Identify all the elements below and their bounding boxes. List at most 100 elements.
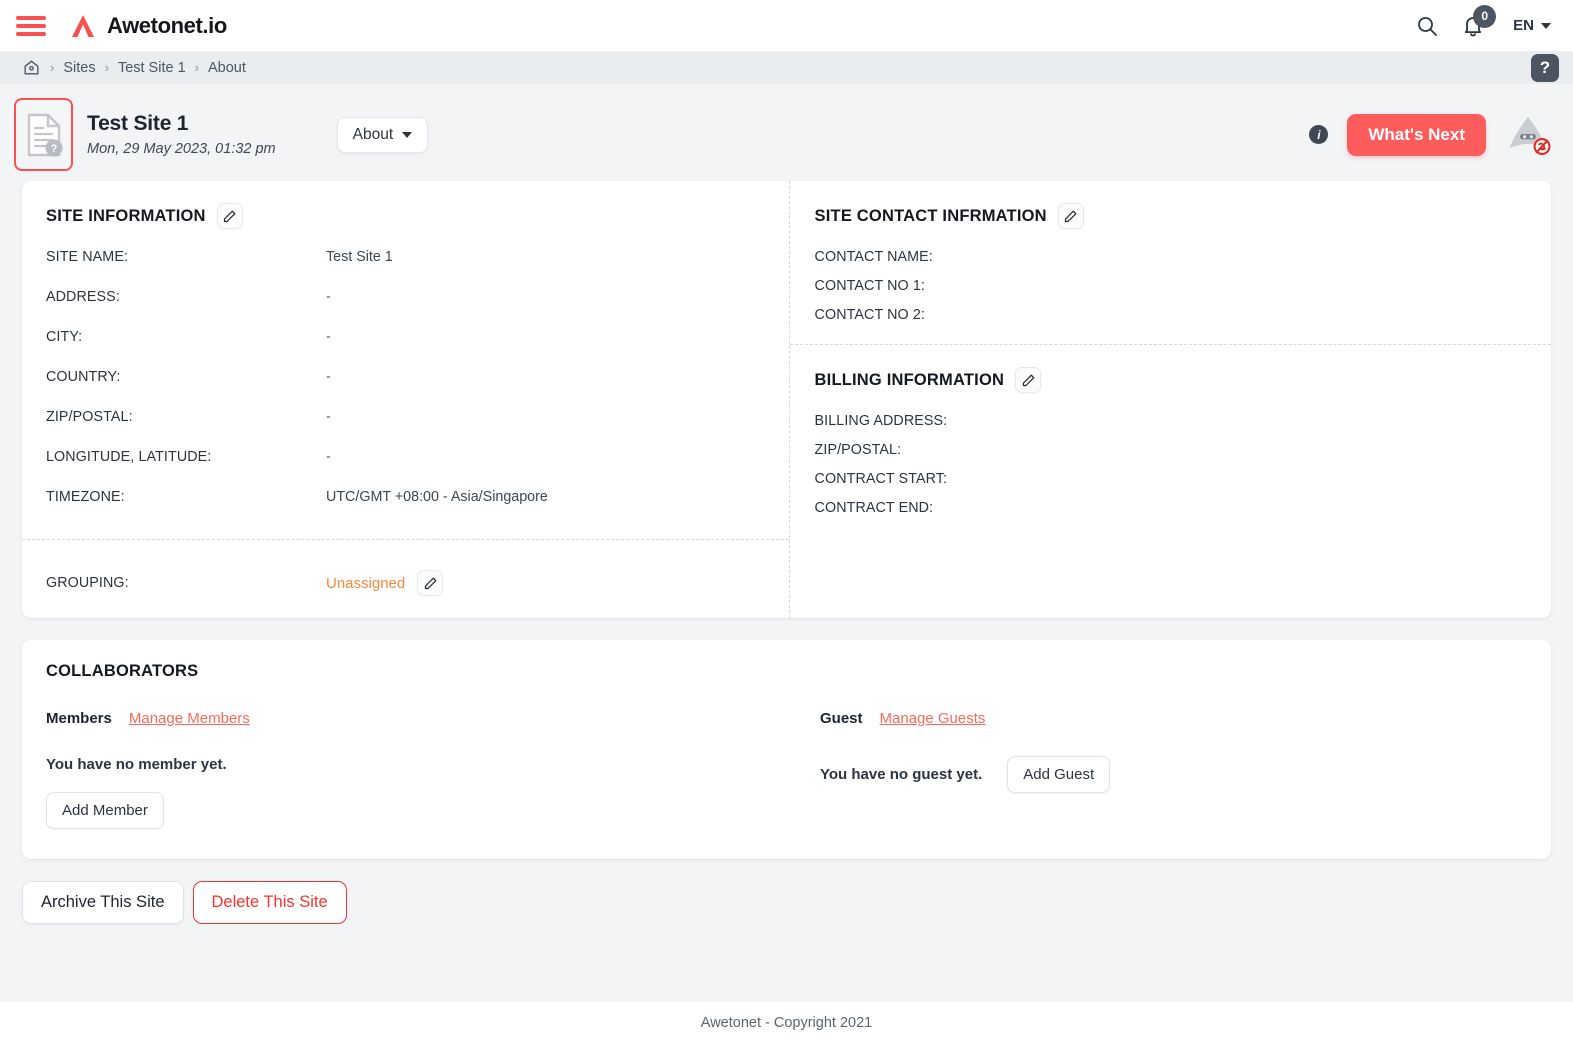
document-icon: ? bbox=[27, 113, 62, 156]
members-label: Members bbox=[46, 710, 112, 727]
field-contact-name: CONTACT NAME: bbox=[815, 249, 1526, 265]
hamburger-bar bbox=[16, 23, 46, 28]
chevron-down-icon bbox=[1541, 22, 1551, 29]
field-billing-zip: ZIP/POSTAL: bbox=[815, 442, 1526, 458]
grouping-value: Unassigned bbox=[326, 574, 406, 592]
members-empty-row: You have no member yet. bbox=[46, 756, 786, 773]
field-value: - bbox=[326, 289, 331, 305]
field-label: SITE NAME: bbox=[46, 249, 129, 265]
field-label: ADDRESS: bbox=[46, 289, 120, 305]
add-guest-button[interactable]: Add Guest bbox=[1007, 756, 1111, 793]
language-selector[interactable]: EN bbox=[1513, 17, 1551, 34]
svg-text:?: ? bbox=[50, 143, 57, 155]
add-member-wrap: Add Member bbox=[46, 792, 786, 829]
view-selector-dropdown[interactable]: About bbox=[336, 116, 429, 153]
collaborators-card: COLLABORATORS Members Manage Members You… bbox=[22, 640, 1551, 859]
site-timestamp: Mon, 29 May 2023, 01:32 pm bbox=[87, 141, 276, 158]
breadcrumb-separator: › bbox=[194, 60, 199, 75]
site-contact-title: SITE CONTACT INFRMATION bbox=[814, 206, 1047, 225]
field-label: CONTACT NAME: bbox=[814, 249, 933, 265]
field-label: CONTRACT START: bbox=[814, 471, 948, 487]
awetonet-logo-icon bbox=[72, 14, 94, 37]
field-value: Test Site 1 bbox=[326, 249, 393, 265]
document-question-icon[interactable]: ? bbox=[14, 98, 73, 171]
pencil-icon bbox=[224, 210, 236, 222]
field-label: ZIP/POSTAL: bbox=[814, 442, 902, 458]
members-header: Members Manage Members bbox=[46, 710, 786, 727]
field-value: - bbox=[326, 449, 331, 465]
site-contact-billing-panel: SITE CONTACT INFRMATION CONTACT NAME: CO… bbox=[789, 181, 1551, 618]
members-empty-text: You have no member yet. bbox=[46, 756, 227, 773]
guests-label: Guest bbox=[820, 710, 863, 727]
archive-site-button[interactable]: Archive This Site bbox=[22, 881, 184, 924]
members-column: Members Manage Members You have no membe… bbox=[46, 710, 786, 829]
breadcrumb-item-test-site-1[interactable]: Test Site 1 bbox=[118, 60, 186, 76]
site-information-panel: SITE INFORMATION SITE NAME: Test Site 1 … bbox=[22, 181, 790, 618]
field-value: - bbox=[326, 409, 331, 425]
site-contact-header: SITE CONTACT INFRMATION bbox=[815, 203, 1526, 229]
breadcrumb-separator: › bbox=[50, 60, 55, 75]
collaborators-columns: Members Manage Members You have no membe… bbox=[46, 710, 1526, 829]
field-contact-no-1: CONTACT NO 1: bbox=[815, 278, 1526, 294]
edit-billing-button[interactable] bbox=[1015, 367, 1042, 393]
whats-next-button[interactable]: What's Next bbox=[1347, 113, 1486, 156]
field-billing-address: BILLING ADDRESS: bbox=[815, 413, 1526, 429]
field-contract-end: CONTRACT END: bbox=[815, 500, 1526, 516]
field-label: CITY: bbox=[46, 329, 83, 345]
help-button[interactable]: ? bbox=[1531, 53, 1559, 82]
field-zip-postal: ZIP/POSTAL: - bbox=[46, 409, 764, 425]
field-label: ZIP/POSTAL: bbox=[46, 409, 133, 425]
site-information-title: SITE INFORMATION bbox=[46, 206, 206, 225]
edit-grouping-button[interactable] bbox=[417, 570, 444, 596]
view-selector-label: About bbox=[352, 125, 394, 143]
field-city: CITY: - bbox=[46, 329, 764, 345]
breadcrumb-separator: › bbox=[104, 60, 109, 75]
pencil-icon bbox=[1065, 210, 1077, 222]
field-label: CONTACT NO 1: bbox=[814, 278, 925, 294]
site-header-actions: i What's Next bbox=[1309, 113, 1551, 156]
delete-site-button[interactable]: Delete This Site bbox=[192, 881, 347, 924]
field-value: - bbox=[326, 329, 331, 345]
billing-title: BILLING INFORMATION bbox=[814, 370, 1005, 389]
field-label: COUNTRY: bbox=[46, 369, 121, 385]
site-title-block: Test Site 1 Mon, 29 May 2023, 01:32 pm bbox=[87, 111, 276, 158]
field-label: CONTRACT END: bbox=[814, 500, 934, 516]
hamburger-menu-icon[interactable] bbox=[14, 13, 48, 39]
guests-column: Guest Manage Guests You have no guest ye… bbox=[786, 710, 1526, 829]
brand-logo[interactable]: Awetonet.io bbox=[68, 11, 227, 41]
field-site-name: SITE NAME: Test Site 1 bbox=[46, 249, 764, 265]
field-label: TIMEZONE: bbox=[46, 489, 125, 505]
field-value: - bbox=[326, 369, 331, 385]
search-icon[interactable] bbox=[1415, 14, 1439, 38]
field-label: LONGITUDE, LATITUDE: bbox=[46, 449, 212, 465]
manage-members-link[interactable]: Manage Members bbox=[129, 710, 250, 727]
collaborators-title: COLLABORATORS bbox=[46, 662, 199, 680]
guests-header: Guest Manage Guests bbox=[820, 710, 1526, 727]
navbar-right-actions: 0 EN bbox=[1415, 4, 1551, 38]
manage-guests-link[interactable]: Manage Guests bbox=[880, 710, 986, 727]
breadcrumb-item-sites[interactable]: Sites bbox=[63, 60, 95, 76]
ninja-offline-icon[interactable] bbox=[1505, 114, 1551, 156]
guests-empty-text: You have no guest yet. bbox=[820, 766, 983, 783]
page-title: Test Site 1 bbox=[87, 111, 189, 135]
field-grouping: GROUPING: Unassigned bbox=[46, 540, 764, 596]
brand-name: Awetonet.io bbox=[107, 12, 227, 38]
home-icon[interactable] bbox=[22, 58, 41, 77]
pencil-icon bbox=[424, 577, 437, 589]
pencil-icon bbox=[1022, 374, 1035, 386]
info-icon[interactable]: i bbox=[1309, 125, 1329, 144]
edit-site-contact-button[interactable] bbox=[1057, 203, 1084, 229]
edit-site-information-button[interactable] bbox=[216, 203, 243, 229]
chevron-down-icon bbox=[402, 131, 413, 138]
billing-header: BILLING INFORMATION bbox=[815, 367, 1526, 393]
field-label: BILLING ADDRESS: bbox=[814, 413, 948, 429]
add-member-button[interactable]: Add Member bbox=[46, 792, 164, 829]
breadcrumb-item-about[interactable]: About bbox=[208, 60, 246, 76]
breadcrumb-bar: › Sites › Test Site 1 › About ? bbox=[0, 51, 1573, 84]
site-information-header: SITE INFORMATION bbox=[46, 203, 764, 229]
language-label: EN bbox=[1513, 17, 1534, 34]
section-divider bbox=[789, 344, 1551, 345]
bell-icon[interactable]: 0 bbox=[1461, 4, 1497, 38]
site-actions: Archive This Site Delete This Site bbox=[0, 881, 1573, 924]
ninja-avatar-icon bbox=[1510, 116, 1551, 155]
